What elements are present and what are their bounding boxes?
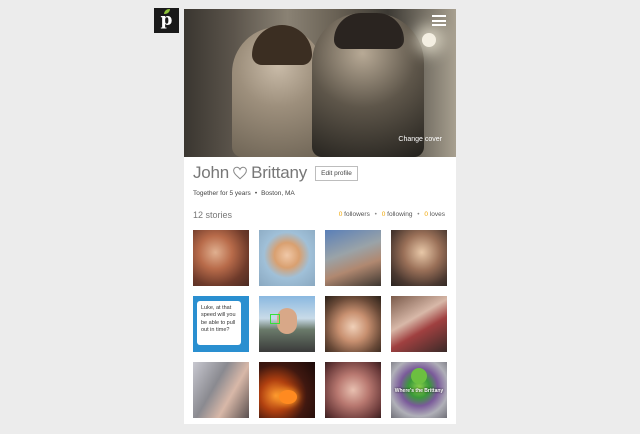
pumpkin-glow — [279, 390, 297, 404]
change-cover-button[interactable]: Change cover — [398, 136, 442, 143]
stories-grid: Luke, at that speed will you be able to … — [193, 230, 449, 418]
heart-icon — [233, 166, 247, 180]
followers-link[interactable]: 0 followers — [339, 211, 370, 218]
profile-card: Change cover John Brittany Edit profile … — [184, 9, 456, 424]
cover-photo: Change cover — [184, 9, 456, 157]
face-detect-box — [270, 314, 280, 324]
menu-icon[interactable] — [432, 15, 446, 26]
story-tile[interactable] — [259, 296, 315, 352]
profile-name-right: Brittany — [251, 163, 308, 182]
story-tile-monster[interactable]: Where's the Brittany — [391, 362, 447, 418]
logo-icon[interactable]: p — [154, 8, 179, 33]
profile-stats: 0 followers • 0 following • 0 loves — [338, 211, 445, 218]
loves-link[interactable]: 0 loves — [424, 211, 445, 218]
story-tile[interactable] — [193, 362, 249, 418]
monster-icon — [411, 368, 427, 384]
story-tile-quote[interactable]: Luke, at that speed will you be able to … — [193, 296, 249, 352]
tile-face — [277, 308, 297, 334]
story-tile[interactable] — [325, 296, 381, 352]
profile-meta: Together for 5 years • Boston, MA — [193, 190, 295, 197]
story-tile[interactable] — [259, 362, 315, 418]
story-tile[interactable] — [259, 230, 315, 286]
story-tile[interactable] — [325, 362, 381, 418]
profile-title: John Brittany Edit profile — [193, 162, 358, 184]
cover-hair-right — [334, 13, 404, 49]
cover-light — [422, 33, 436, 47]
profile-name-left: John — [193, 163, 230, 182]
story-tile[interactable] — [325, 230, 381, 286]
location: Boston, MA — [261, 190, 295, 197]
together-duration: Together for 5 years — [193, 190, 251, 197]
story-tile[interactable] — [391, 230, 447, 286]
story-tile[interactable] — [391, 296, 447, 352]
monster-text: Where's the Brittany — [394, 388, 444, 394]
edit-profile-button[interactable]: Edit profile — [315, 165, 358, 181]
quote-text: Luke, at that speed will you be able to … — [197, 301, 241, 345]
following-link[interactable]: 0 following — [382, 211, 413, 218]
stories-count: 12 stories — [193, 210, 233, 220]
story-tile[interactable] — [193, 230, 249, 286]
